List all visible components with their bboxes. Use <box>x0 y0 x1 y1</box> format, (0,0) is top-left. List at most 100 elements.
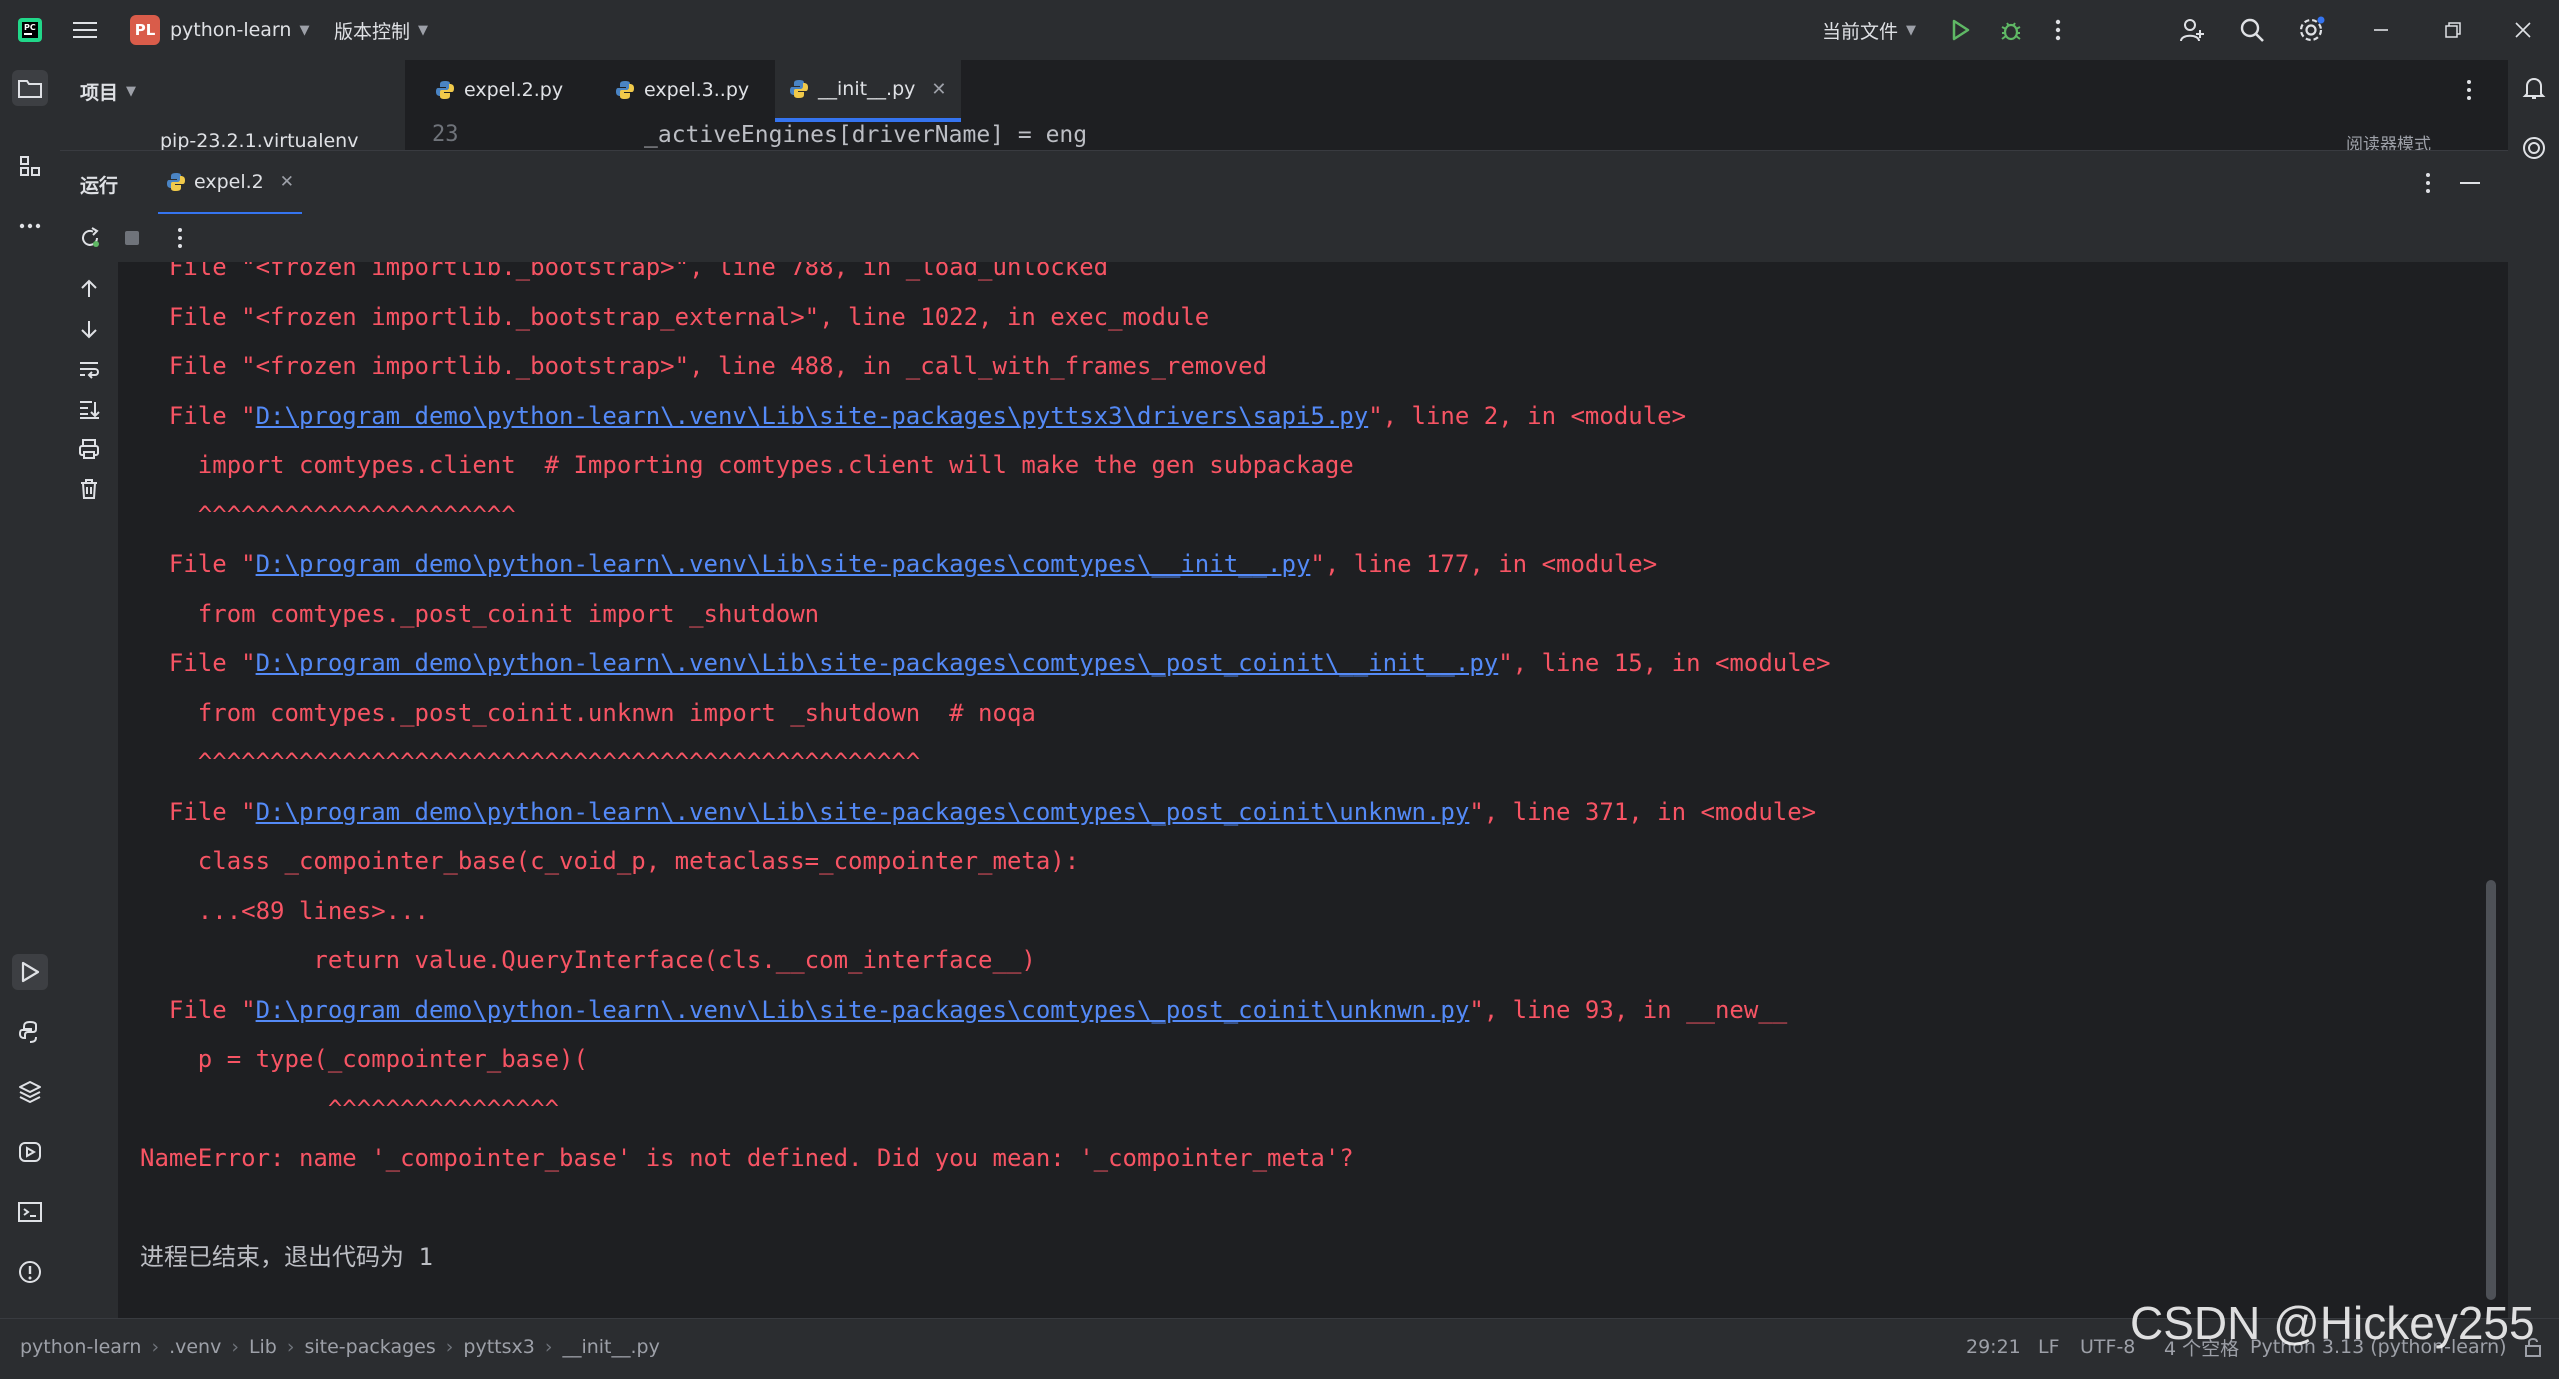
more-vertical-icon[interactable] <box>2054 0 2062 60</box>
run-toolbar <box>60 214 2508 263</box>
file-encoding[interactable]: UTF-8 <box>2080 1319 2135 1375</box>
line-separator[interactable]: LF <box>2038 1319 2060 1375</box>
print-icon[interactable] <box>78 438 100 460</box>
console-line: File "D:\program demo\python-learn\.venv… <box>140 797 1817 826</box>
project-folder-icon[interactable] <box>12 70 48 106</box>
scroll-to-end-icon[interactable] <box>78 398 100 420</box>
project-tree-peek: pip-23.2.1.virtualenv <box>60 122 405 150</box>
project-badge: PL <box>130 15 160 45</box>
close-tab-icon[interactable]: ✕ <box>931 79 946 100</box>
ai-assistant-icon[interactable] <box>2516 130 2552 166</box>
arrow-up-icon[interactable] <box>78 278 100 300</box>
console-line: File "D:\program demo\python-learn\.venv… <box>140 649 1831 677</box>
caret-position[interactable]: 29:21 <box>1966 1319 2021 1375</box>
console-line: File "<frozen importlib._bootstrap>", li… <box>140 262 1109 281</box>
debug-icon[interactable] <box>1998 0 2024 60</box>
title-bar: PC PL python-learn ▼ 版本控制 ▼ 当前文件 ▼ <box>0 0 2559 60</box>
main-menu-icon[interactable] <box>72 0 98 60</box>
console-scrollbar[interactable] <box>2486 880 2496 1300</box>
console-line: ^^^^^^^^^^^^^^^^^^^^^^ <box>140 500 516 529</box>
run-tab-expel2[interactable]: expel.2 ✕ <box>158 151 303 215</box>
file-link[interactable]: D:\program demo\python-learn\.venv\Lib\s… <box>256 798 1470 826</box>
python-file-icon <box>435 80 455 100</box>
reader-mode-toggle[interactable]: 阅读器模式 <box>2346 130 2431 150</box>
rerun-icon[interactable] <box>78 226 102 250</box>
python-file-icon <box>166 172 186 192</box>
file-link[interactable]: D:\program demo\python-learn\.venv\Lib\s… <box>256 996 1470 1024</box>
vcs-menu[interactable]: 版本控制 ▼ <box>334 0 428 60</box>
more-horizontal-icon[interactable] <box>12 208 48 244</box>
add-user-icon[interactable] <box>2178 0 2206 60</box>
more-vertical-icon[interactable] <box>176 226 184 250</box>
python-file-icon <box>789 79 809 99</box>
editor-tab-bar: expel.2.py expel.3..py __init__.py ✕ <box>405 60 2508 123</box>
notifications-bell-icon[interactable] <box>2516 70 2552 106</box>
services-icon[interactable] <box>12 1134 48 1170</box>
editor-peek: pip-23.2.1.virtualenv 23 _activeEngines[… <box>60 122 2508 150</box>
more-vertical-icon[interactable] <box>2465 78 2473 102</box>
tab-label: expel.3..py <box>644 79 750 101</box>
run-icon[interactable] <box>1948 0 1972 60</box>
breadcrumb-item[interactable]: .venv <box>169 1336 221 1358</box>
file-link[interactable]: D:\program demo\python-learn\.venv\Lib\s… <box>256 550 1311 578</box>
structure-icon[interactable] <box>12 148 48 184</box>
restore-icon[interactable] <box>2444 0 2462 60</box>
tab-label: expel.2.py <box>464 79 564 101</box>
breadcrumb-item[interactable]: python-learn <box>20 1336 141 1358</box>
tab-expel2[interactable]: expel.2.py <box>425 60 573 120</box>
run-panel-title: 运行 <box>80 175 119 197</box>
chevron-right-icon: › <box>544 1336 553 1358</box>
arrow-down-icon[interactable] <box>78 318 100 340</box>
console-line: ^^^^^^^^^^^^^^^^ <box>140 1094 560 1123</box>
console-line: ^^^^^^^^^^^^^^^^^^^^^^^^^^^^^^^^^^^^^^^^… <box>140 748 921 776</box>
settings-gear-icon[interactable] <box>2296 0 2326 60</box>
console-output[interactable]: File "<frozen importlib._bootstrap>", li… <box>118 262 2508 1318</box>
run-tool-icon[interactable] <box>12 954 48 990</box>
run-config-selector[interactable]: 当前文件 ▼ <box>1822 0 1916 60</box>
python-packages-icon[interactable] <box>12 1074 48 1110</box>
close-window-icon[interactable] <box>2514 0 2532 60</box>
right-tool-window-bar <box>2508 60 2559 1318</box>
project-selector[interactable]: PL python-learn ▼ <box>130 0 309 60</box>
breadcrumb-item[interactable]: site-packages <box>304 1336 435 1358</box>
chevron-right-icon: › <box>151 1336 160 1358</box>
tab-label: __init__.py <box>818 78 916 100</box>
tree-item[interactable]: pip-23.2.1.virtualenv <box>160 130 358 150</box>
console-line: class _compointer_base(c_void_p, metacla… <box>140 847 1080 875</box>
tab-init[interactable]: __init__.py ✕ <box>775 60 961 122</box>
close-tab-icon[interactable]: ✕ <box>280 172 294 192</box>
breadcrumb-item[interactable]: __init__.py <box>562 1336 659 1358</box>
project-name: python-learn <box>170 19 292 41</box>
chevron-down-icon: ▼ <box>126 83 137 99</box>
chevron-down-icon: ▼ <box>299 22 310 38</box>
minimize-icon[interactable] <box>2372 0 2390 60</box>
console-line: File "D:\program demo\python-learn\.venv… <box>140 995 1788 1024</box>
project-panel-header: 项目 ▼ <box>60 60 405 122</box>
file-link[interactable]: D:\program demo\python-learn\.venv\Lib\s… <box>256 649 1499 677</box>
breadcrumb-item[interactable]: pyttsx3 <box>463 1336 534 1358</box>
breadcrumb-item[interactable]: Lib <box>249 1336 277 1358</box>
console-line: NameError: name '_compointer_base' is no… <box>140 1144 1354 1172</box>
chevron-right-icon: › <box>231 1336 239 1358</box>
console-line: from comtypes._post_coinit import _shutd… <box>140 599 820 628</box>
problems-icon[interactable] <box>12 1254 48 1290</box>
trash-icon[interactable] <box>78 478 100 500</box>
run-panel-header: 运行 expel.2 ✕ <box>60 150 2508 215</box>
stop-icon[interactable] <box>122 228 142 248</box>
console-line: return value.QueryInterface(cls.__com_in… <box>140 946 1036 974</box>
more-vertical-icon[interactable] <box>2424 171 2432 195</box>
python-console-icon[interactable] <box>12 1014 48 1050</box>
console-side-toolbar <box>60 262 118 1318</box>
app-logo-icon[interactable]: PC <box>16 0 44 60</box>
soft-wrap-icon[interactable] <box>78 358 100 380</box>
search-icon[interactable] <box>2238 0 2266 60</box>
code-line[interactable]: _activeEngines[driverName] = eng <box>644 122 1087 148</box>
file-link[interactable]: D:\program demo\python-learn\.venv\Lib\s… <box>256 402 1369 430</box>
hide-panel-icon[interactable] <box>2460 181 2480 185</box>
svg-text:PC: PC <box>24 23 36 32</box>
tab-expel3[interactable]: expel.3..py <box>605 60 759 120</box>
chevron-right-icon: › <box>445 1336 454 1358</box>
terminal-icon[interactable] <box>12 1194 48 1230</box>
project-panel-title[interactable]: 项目 ▼ <box>80 60 136 122</box>
console-line: File "<frozen importlib._bootstrap_exter… <box>140 302 1210 331</box>
